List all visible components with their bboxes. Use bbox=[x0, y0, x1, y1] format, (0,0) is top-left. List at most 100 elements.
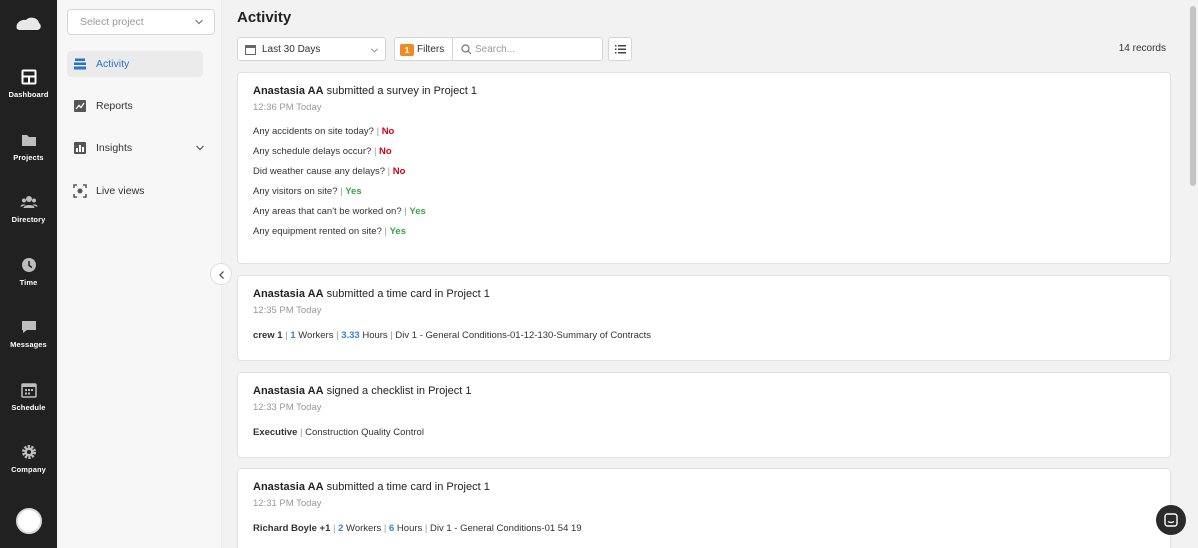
chevron-down-icon bbox=[370, 48, 379, 53]
rail-item-messages[interactable]: Messages bbox=[0, 318, 57, 350]
list-icon bbox=[615, 45, 626, 54]
separator: | bbox=[333, 523, 336, 534]
activity-card: Anastasia AA submitted a time card in Pr… bbox=[237, 275, 1171, 361]
workers-label: Workers bbox=[295, 330, 337, 341]
section-nav: Select project Activity Reports Insights… bbox=[57, 0, 222, 548]
search-box[interactable] bbox=[453, 37, 603, 61]
date-range-select[interactable]: Last 30 Days bbox=[237, 37, 386, 61]
timecard-row: Richard Boyle +1 | 2 Workers | 6 Hours |… bbox=[253, 523, 1155, 534]
dashboard-icon bbox=[21, 69, 36, 85]
chevron-down-icon[interactable] bbox=[195, 143, 205, 153]
survey-row: Any schedule delays occur? | No bbox=[253, 146, 1155, 157]
project-select-placeholder: Select project bbox=[80, 16, 144, 28]
card-time: 12:35 PM Today bbox=[253, 305, 322, 316]
rail-item-label: Projects bbox=[13, 153, 44, 162]
card-action: submitted a survey in Project 1 bbox=[323, 85, 477, 97]
card-action: submitted a time card in Project 1 bbox=[323, 288, 490, 300]
survey-question: Any accidents on site today? bbox=[253, 126, 377, 137]
nav-item-insights[interactable]: Insights bbox=[67, 135, 205, 161]
card-time: 12:31 PM Today bbox=[253, 498, 322, 509]
filters-count-badge: 1 bbox=[400, 44, 414, 56]
card-user[interactable]: Anastasia AA bbox=[253, 85, 324, 97]
rail-item-projects[interactable]: Projects bbox=[0, 131, 57, 163]
search-input[interactable] bbox=[475, 43, 595, 56]
survey-question: Any schedule delays occur? bbox=[253, 146, 374, 157]
bar-chart-icon bbox=[74, 142, 86, 154]
survey-question: Any equipment rented on site? bbox=[253, 226, 385, 237]
survey-question: Any visitors on site? bbox=[253, 186, 341, 197]
survey-row: Any areas that can't be worked on? | Yes bbox=[253, 206, 1155, 217]
chat-icon bbox=[1164, 513, 1178, 527]
trend-icon bbox=[74, 100, 86, 112]
survey-answer: Yes bbox=[409, 206, 426, 217]
card-action: signed a checklist in Project 1 bbox=[323, 385, 472, 397]
nav-item-live-views[interactable]: Live views bbox=[67, 178, 203, 204]
rail-item-company[interactable]: Company bbox=[0, 443, 57, 475]
survey-row: Any equipment rented on site? | Yes bbox=[253, 226, 1155, 237]
card-user[interactable]: Anastasia AA bbox=[253, 288, 324, 300]
nav-item-label: Activity bbox=[96, 58, 130, 70]
chevron-down-icon bbox=[195, 19, 203, 25]
signer-role: Executive bbox=[253, 427, 298, 438]
separator: | bbox=[285, 330, 288, 341]
camera-focus-icon bbox=[73, 184, 87, 198]
rail-item-label: Time bbox=[19, 278, 38, 287]
scrollbar-thumb[interactable] bbox=[1190, 6, 1196, 186]
gear-icon bbox=[21, 445, 36, 459]
scrollbar[interactable] bbox=[1188, 0, 1198, 548]
cost-code: Div 1 - General Conditions-01-12-130-Sum… bbox=[392, 330, 651, 341]
list-view-toggle[interactable] bbox=[608, 37, 632, 61]
survey-question: Did weather cause any delays? bbox=[253, 166, 388, 177]
logo-icon[interactable] bbox=[14, 14, 42, 34]
rail-item-directory[interactable]: Directory bbox=[0, 193, 57, 225]
hours-label: Hours bbox=[394, 523, 425, 534]
search-icon bbox=[461, 44, 472, 55]
hours-count: 3.33 bbox=[341, 330, 360, 341]
date-range-value: Last 30 Days bbox=[262, 44, 321, 55]
workers-label: Workers bbox=[343, 523, 384, 534]
rail-item-label: Messages bbox=[10, 340, 47, 349]
nav-item-activity[interactable]: Activity bbox=[67, 51, 203, 77]
nav-item-label: Reports bbox=[96, 100, 133, 112]
timecard-row: crew 1 | 1 Workers | 3.33 Hours | Div 1 … bbox=[253, 330, 1155, 341]
card-heading: Anastasia AA submitted a time card in Pr… bbox=[253, 288, 1155, 300]
activity-card: Anastasia AA signed a checklist in Proje… bbox=[237, 372, 1171, 458]
checklist-row: Executive | Construction Quality Control bbox=[253, 427, 1155, 438]
rail-item-dashboard[interactable]: Dashboard bbox=[0, 68, 57, 100]
survey-row: Any visitors on site? | Yes bbox=[253, 186, 1155, 197]
filters-button[interactable]: 1 Filters bbox=[394, 37, 453, 61]
card-user[interactable]: Anastasia AA bbox=[253, 385, 324, 397]
support-chat-button[interactable] bbox=[1156, 505, 1186, 535]
card-user[interactable]: Anastasia AA bbox=[253, 481, 324, 493]
survey-question: Any areas that can't be worked on? bbox=[253, 206, 405, 217]
calendar-icon bbox=[20, 383, 37, 398]
activity-card: Anastasia AA submitted a survey in Proje… bbox=[237, 72, 1171, 264]
card-time: 12:36 PM Today bbox=[253, 102, 322, 113]
hours-label: Hours bbox=[359, 330, 391, 341]
collapse-sidebar-button[interactable] bbox=[210, 263, 232, 285]
chevron-left-icon bbox=[219, 271, 224, 279]
chat-bubble-icon bbox=[21, 321, 36, 333]
rail-item-label: Directory bbox=[11, 215, 46, 224]
separator: | bbox=[387, 166, 391, 177]
avatar[interactable] bbox=[16, 508, 42, 534]
filters-label: Filters bbox=[417, 44, 445, 55]
rail-item-label: Dashboard bbox=[8, 90, 49, 99]
rail-item-schedule[interactable]: Schedule bbox=[0, 381, 57, 413]
project-select[interactable]: Select project bbox=[67, 9, 215, 35]
crew-name: crew 1 bbox=[253, 330, 283, 341]
records-count: 14 records bbox=[1118, 43, 1166, 54]
nav-item-reports[interactable]: Reports bbox=[67, 93, 203, 119]
survey-row: Any accidents on site today? | No bbox=[253, 126, 1155, 137]
separator: | bbox=[376, 126, 380, 137]
calendar-icon bbox=[245, 45, 256, 55]
card-heading: Anastasia AA submitted a time card in Pr… bbox=[253, 481, 1155, 493]
app-rail: Dashboard Projects Directory Time Messag… bbox=[0, 0, 57, 548]
card-action: submitted a time card in Project 1 bbox=[323, 481, 490, 493]
survey-answer: No bbox=[379, 146, 392, 157]
survey-row: Did weather cause any delays? | No bbox=[253, 166, 1155, 177]
card-heading: Anastasia AA submitted a survey in Proje… bbox=[253, 85, 1155, 97]
rail-item-label: Schedule bbox=[11, 403, 46, 412]
rail-item-time[interactable]: Time bbox=[0, 256, 57, 288]
page-title: Activity bbox=[237, 9, 292, 26]
